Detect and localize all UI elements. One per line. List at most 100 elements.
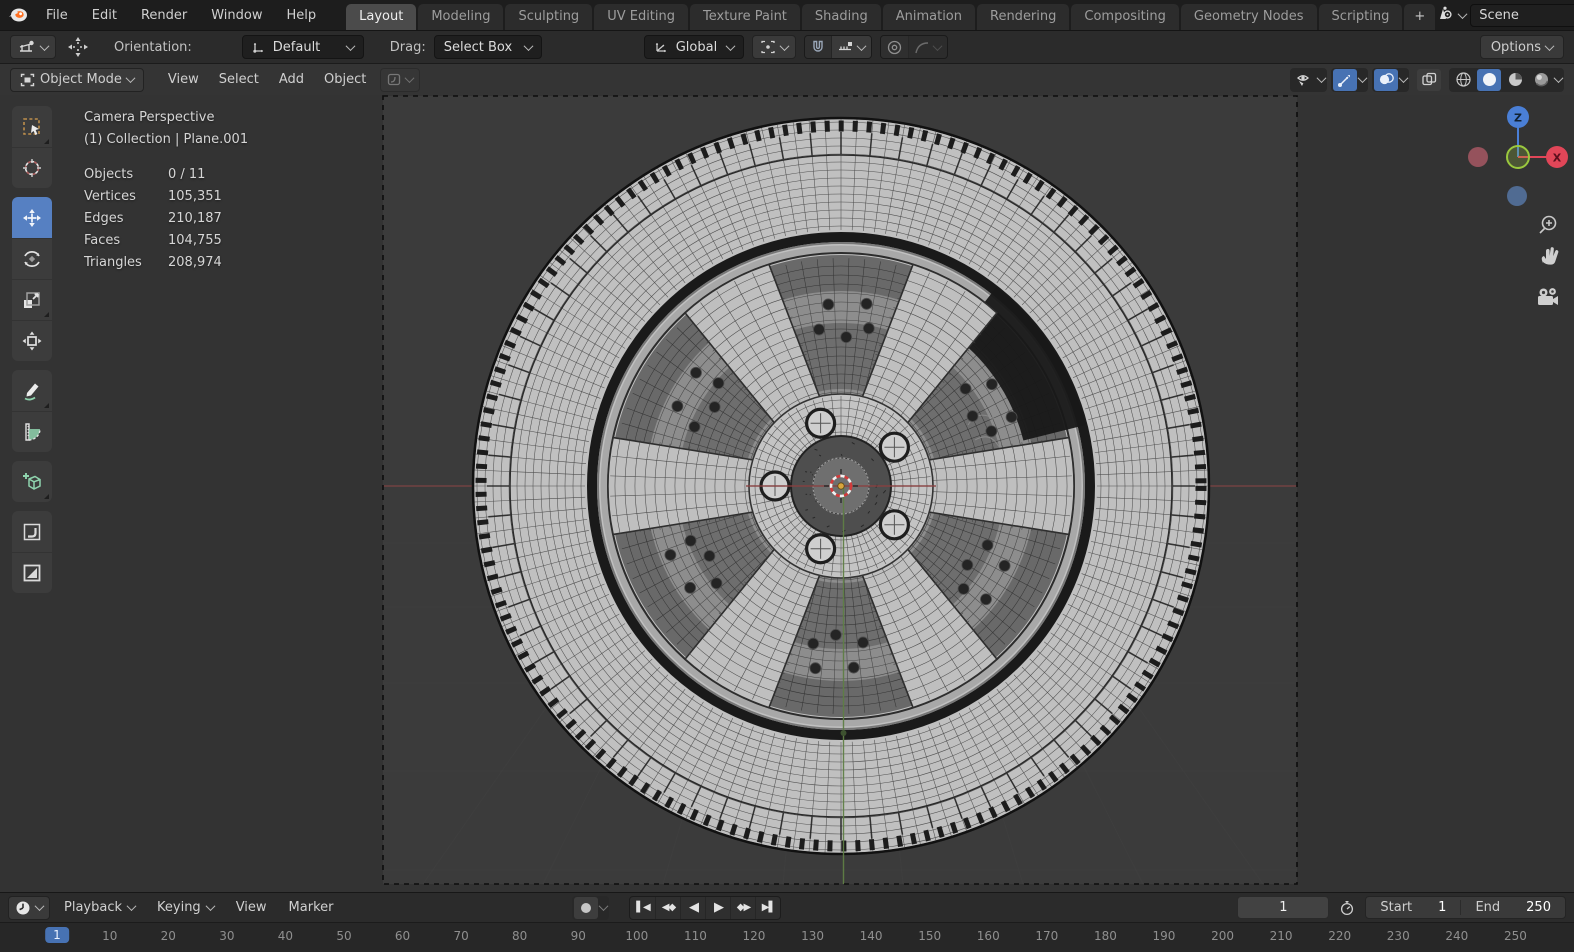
ruler-tick-220[interactable]: 220 — [1328, 929, 1351, 943]
ruler-tick-60[interactable]: 60 — [395, 929, 410, 943]
axis-y-ball[interactable] — [1506, 145, 1530, 169]
selectability-button[interactable] — [1292, 69, 1316, 91]
triangle-square-tool[interactable] — [12, 552, 52, 593]
viewport-menu-view[interactable]: View — [158, 69, 209, 90]
show-overlays-button[interactable] — [1374, 68, 1398, 91]
topbar-menu-file[interactable]: File — [34, 5, 80, 26]
axis-neg-x-ball[interactable] — [1468, 147, 1488, 167]
topbar-menu-edit[interactable]: Edit — [80, 5, 129, 26]
move-tool[interactable] — [12, 197, 52, 238]
end-frame-field[interactable]: End 250 — [1460, 900, 1565, 915]
ruler-tick-210[interactable]: 210 — [1270, 929, 1293, 943]
rendered-shading-button[interactable] — [1529, 69, 1553, 91]
ruler-tick-180[interactable]: 180 — [1094, 929, 1117, 943]
blender-logo-icon[interactable] — [8, 4, 28, 26]
ruler-tick-140[interactable]: 140 — [860, 929, 883, 943]
tab-compositing[interactable]: Compositing — [1071, 4, 1179, 30]
scene-dropdown-chevron-icon[interactable] — [1457, 8, 1468, 19]
timeline-view-menu[interactable]: View — [228, 897, 275, 918]
tab-uv-editing[interactable]: UV Editing — [594, 4, 689, 30]
mode-transfer-dropdown[interactable] — [380, 67, 421, 92]
wireframe-shading-button[interactable] — [1451, 69, 1475, 91]
ruler-tick-10[interactable]: 10 — [102, 929, 117, 943]
options-button[interactable]: Options — [1479, 35, 1564, 59]
transform-tool[interactable] — [12, 320, 52, 361]
ruler-tick-100[interactable]: 100 — [625, 929, 648, 943]
measure-tool[interactable] — [12, 411, 52, 452]
ruler-tick-110[interactable]: 110 — [684, 929, 707, 943]
tab-geometry-nodes[interactable]: Geometry Nodes — [1180, 4, 1317, 30]
axis-neg-z-ball[interactable] — [1507, 186, 1527, 206]
tweak-select-tool[interactable] — [12, 106, 52, 147]
material-shading-button[interactable] — [1503, 69, 1527, 91]
ruler-tick-190[interactable]: 190 — [1153, 929, 1176, 943]
marker-menu[interactable]: Marker — [281, 897, 342, 918]
jump-to-end-button[interactable]: ▶▌ — [755, 896, 780, 919]
current-frame-field[interactable]: 1 — [1237, 896, 1330, 919]
tab-scripting[interactable]: Scripting — [1318, 4, 1403, 30]
ruler-tick-30[interactable]: 30 — [219, 929, 234, 943]
gizmo-chevron-icon[interactable] — [1357, 73, 1368, 84]
keying-menu[interactable]: Keying — [149, 897, 222, 918]
current-frame-indicator[interactable]: 1 — [45, 927, 69, 943]
use-preview-range-button[interactable] — [1335, 897, 1359, 919]
scale-tool[interactable] — [12, 279, 52, 320]
ruler-tick-250[interactable]: 250 — [1504, 929, 1527, 943]
playback-menu[interactable]: Playback — [56, 897, 143, 918]
tab-layout[interactable]: Layout — [346, 4, 417, 30]
snap-settings-button[interactable] — [830, 36, 871, 58]
show-gizmo-button[interactable] — [1333, 68, 1357, 91]
ruler-tick-230[interactable]: 230 — [1387, 929, 1410, 943]
jump-to-start-button[interactable]: ▌◀ — [630, 897, 655, 919]
play-button[interactable]: ▶ — [705, 896, 730, 919]
start-frame-field[interactable]: Start 1 — [1366, 900, 1460, 915]
viewport-menu-object[interactable]: Object — [314, 69, 376, 90]
cursor-tool[interactable] — [12, 147, 52, 188]
annotate-tool[interactable] — [12, 370, 52, 411]
ruler-tick-160[interactable]: 160 — [977, 929, 1000, 943]
viewport-menu-add[interactable]: Add — [269, 69, 314, 90]
orientation-dropdown[interactable]: Default — [241, 35, 364, 59]
snap-toggle-button[interactable] — [804, 36, 831, 58]
drag-dropdown[interactable]: Select Box — [433, 35, 542, 59]
ruler-tick-130[interactable]: 130 — [801, 929, 824, 943]
ruler-tick-200[interactable]: 200 — [1211, 929, 1234, 943]
ruler-tick-80[interactable]: 80 — [512, 929, 527, 943]
next-keyframe-button[interactable]: ◆▶ — [730, 896, 755, 919]
play-reverse-button[interactable]: ◀ — [680, 896, 705, 919]
corner-curve-tool[interactable] — [12, 511, 52, 552]
ruler-tick-150[interactable]: 150 — [918, 929, 941, 943]
solid-shading-button[interactable] — [1477, 68, 1501, 91]
move-gizmo-icon[interactable] — [64, 36, 92, 58]
tab-rendering[interactable]: Rendering — [977, 4, 1070, 30]
scene-name-field[interactable]: Scene — [1470, 3, 1574, 27]
transform-orientation-dropdown[interactable]: Global — [643, 35, 744, 59]
proportional-falloff-dropdown[interactable] — [907, 36, 947, 58]
visibility-chevron-icon[interactable] — [1316, 73, 1327, 84]
ruler-tick-170[interactable]: 170 — [1035, 929, 1058, 943]
active-tool-dropdown[interactable] — [10, 35, 56, 59]
tab-texture-paint[interactable]: Texture Paint — [690, 4, 800, 30]
topbar-menu-render[interactable]: Render — [129, 5, 199, 26]
tab-shading[interactable]: Shading — [801, 4, 881, 30]
viewport-3d[interactable]: Z X Camera Perspective (1) Collection | P… — [0, 95, 1574, 892]
tab-animation[interactable]: Animation — [882, 4, 975, 30]
mode-dropdown[interactable]: Object Mode — [10, 67, 144, 92]
shading-chevron-icon[interactable] — [1553, 73, 1564, 84]
topbar-menu-window[interactable]: Window — [199, 5, 274, 26]
xray-toggle-button[interactable] — [1417, 68, 1441, 91]
add-cube-tool[interactable] — [12, 461, 52, 502]
ruler-tick-50[interactable]: 50 — [336, 929, 351, 943]
ruler-tick-240[interactable]: 240 — [1445, 929, 1468, 943]
scene-icon[interactable] — [1435, 5, 1455, 25]
timeline-ruler[interactable]: 1 10 20 30 40 50 60 70 80 90 100 110 120 130 140 150 160… — [0, 922, 1574, 952]
viewport-menu-select[interactable]: Select — [209, 69, 269, 90]
ruler-tick-70[interactable]: 70 — [453, 929, 468, 943]
overlays-chevron-icon[interactable] — [1398, 73, 1409, 84]
add-workspace-button[interactable]: + — [1404, 4, 1436, 30]
keying-set-chevron-icon[interactable] — [599, 901, 609, 912]
tab-modeling[interactable]: Modeling — [418, 4, 504, 30]
auto-keying-button[interactable] — [574, 896, 599, 919]
ruler-tick-120[interactable]: 120 — [743, 929, 766, 943]
ruler-tick-40[interactable]: 40 — [278, 929, 293, 943]
